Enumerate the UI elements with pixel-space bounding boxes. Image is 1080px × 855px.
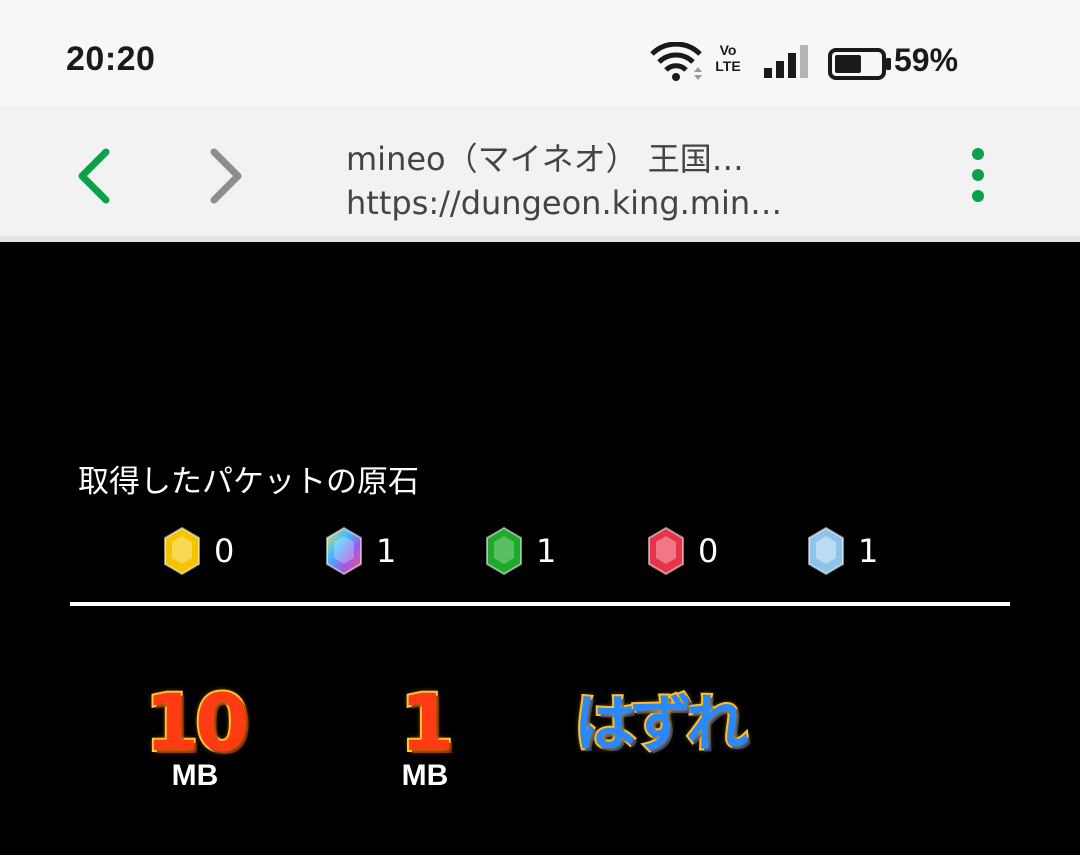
prize-value: 10	[143, 679, 252, 769]
more-vert-icon	[972, 148, 984, 202]
gem-counts: 0 1 1 0 1	[0, 522, 1080, 582]
more-menu-button[interactable]	[962, 146, 994, 210]
green-gem-icon	[486, 526, 522, 576]
divider	[70, 602, 1010, 606]
volte-label: Vo LTE	[715, 42, 741, 74]
wifi-icon	[650, 42, 702, 81]
forward-button[interactable]	[200, 146, 250, 206]
prize-value: はずれ	[572, 685, 750, 762]
volte-icon: Vo LTE	[710, 42, 746, 74]
rainbow-gem-icon	[326, 526, 362, 576]
page-title[interactable]: mineo（マイネオ） 王国…	[346, 134, 786, 180]
page-url[interactable]: https://dungeon.king.min…	[346, 184, 786, 222]
gem-count-green: 1	[536, 532, 557, 570]
section-title: 取得したパケットの原石	[78, 464, 419, 500]
battery-icon	[828, 48, 891, 80]
prize-unit: MB	[401, 759, 449, 792]
signal-strength-icon	[764, 45, 808, 78]
battery-percent: 59%	[894, 42, 959, 78]
prize-10mb[interactable]: 10 MB	[130, 679, 260, 792]
blue-gem-icon	[808, 526, 844, 576]
gem-count-red: 0	[698, 532, 719, 570]
chevron-left-icon	[78, 148, 110, 204]
red-gem-icon	[648, 526, 684, 576]
prize-miss[interactable]: はずれ	[550, 685, 766, 762]
back-button[interactable]	[70, 146, 120, 206]
yellow-gem-icon	[164, 526, 200, 576]
status-bar: 20:20 Vo LTE 59%	[0, 0, 1080, 106]
gem-count-rainbow: 1	[376, 532, 397, 570]
browser-toolbar: mineo（マイネオ） 王国… https://dungeon.king.min…	[0, 106, 1080, 242]
chevron-right-icon	[210, 148, 242, 204]
battery-fill	[835, 55, 861, 73]
gem-count-yellow: 0	[214, 532, 235, 570]
gem-count-blue: 1	[858, 532, 879, 570]
status-time: 20:20	[66, 40, 156, 78]
prize-value: 1	[398, 679, 456, 769]
prize-1mb[interactable]: 1 MB	[370, 679, 480, 792]
